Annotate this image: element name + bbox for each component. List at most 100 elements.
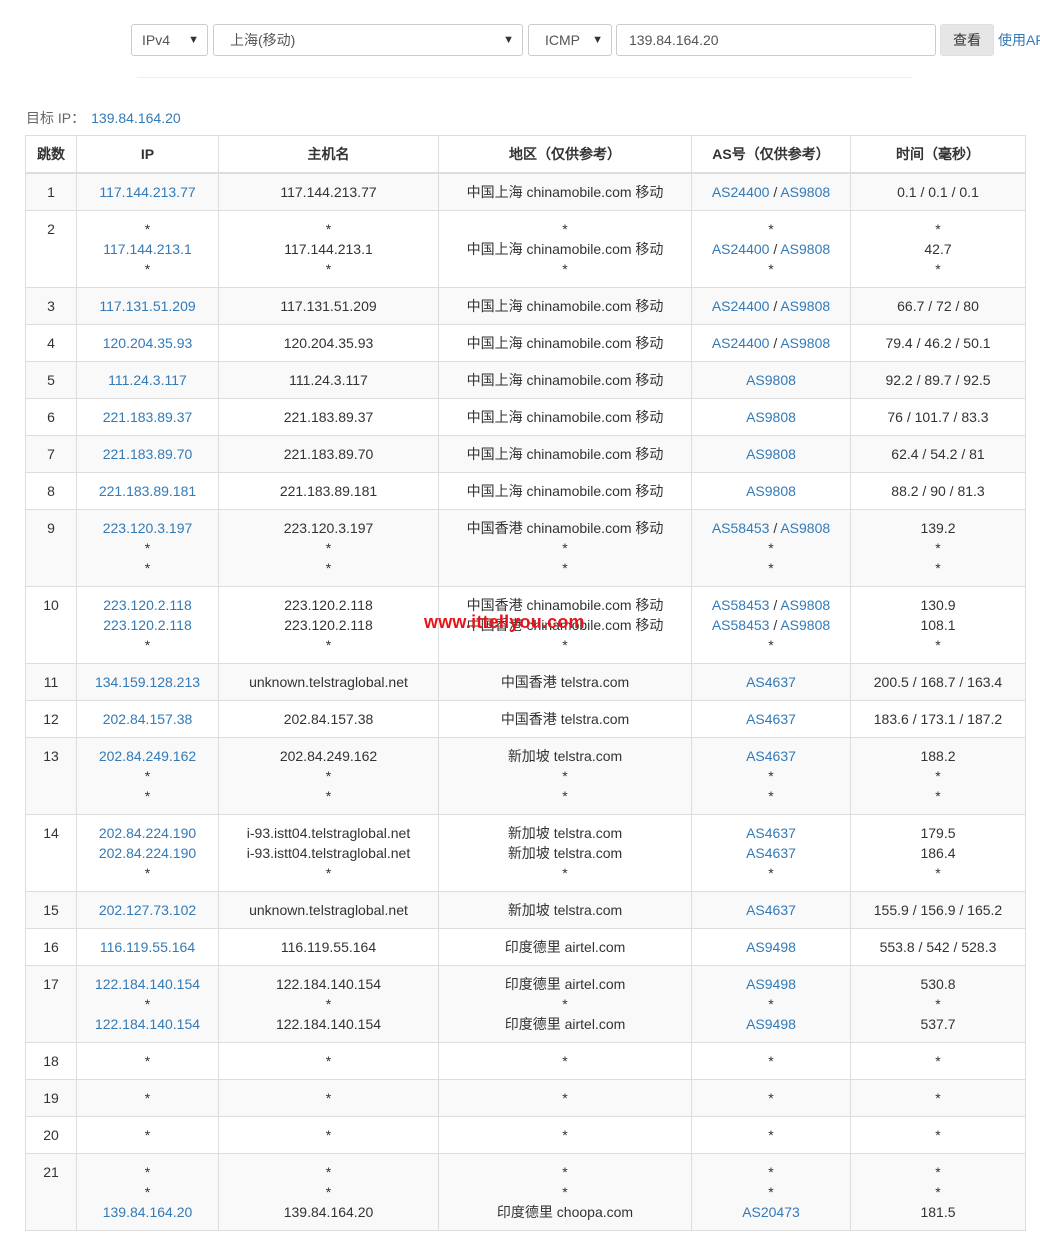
as-line: AS4637	[692, 843, 850, 863]
ip-link[interactable]: 221.183.89.181	[77, 481, 218, 501]
query-button[interactable]: 查看	[940, 24, 994, 56]
ip-link[interactable]: 223.120.2.118	[77, 615, 218, 635]
timeout-marker: *	[935, 1126, 941, 1143]
time-cell: * 42.7 *	[850, 209, 1026, 288]
ip-link[interactable]: 202.84.157.38	[77, 709, 218, 729]
hop-number: 5	[47, 371, 55, 388]
node-select[interactable]: 上海(移动) ▼	[213, 24, 523, 56]
as-link[interactable]: AS20473	[742, 1204, 800, 1220]
as-line: AS4637	[692, 746, 850, 766]
timeout-marker: *	[325, 787, 332, 804]
as-link[interactable]: AS9808	[780, 335, 830, 351]
ip-link[interactable]: 122.184.140.154	[77, 1014, 218, 1034]
ip-link[interactable]: 223.120.2.118	[77, 595, 218, 615]
region-cell: * * 印度德里 choopa.com	[438, 1152, 692, 1231]
as-link[interactable]: AS9808	[780, 241, 830, 257]
region-text: 新加坡 telstra.com	[507, 901, 623, 918]
as-separator: /	[769, 616, 781, 633]
ip-link[interactable]: 117.144.213.1	[77, 239, 218, 259]
as-link[interactable]: AS9498	[746, 1016, 796, 1032]
as-link[interactable]: AS24400	[712, 184, 770, 200]
as-link[interactable]: AS4637	[746, 845, 796, 861]
time-cell: 130.9 108.1 *	[850, 585, 1026, 664]
ip-link[interactable]: 202.84.224.190	[77, 823, 218, 843]
as-link[interactable]: AS9808	[780, 597, 830, 613]
as-link[interactable]: AS24400	[712, 298, 770, 314]
ip-cell: *	[76, 1115, 219, 1154]
hostname-text: i-93.istt04.telstraglobal.net	[246, 824, 411, 841]
as-link[interactable]: AS24400	[712, 241, 770, 257]
as-line: *	[692, 635, 850, 655]
ip-link[interactable]: 223.120.3.197	[77, 518, 218, 538]
hop-number: 4	[47, 334, 55, 351]
target-input[interactable]: 139.84.164.20	[616, 24, 936, 56]
as-link[interactable]: AS9808	[780, 617, 830, 633]
time-text: 76 / 101.7 / 83.3	[887, 408, 989, 425]
hop-cell: 15	[25, 890, 77, 929]
as-link[interactable]: AS4637	[746, 902, 796, 918]
as-link[interactable]: AS9808	[746, 483, 796, 499]
ip-link[interactable]: 202.127.73.102	[77, 900, 218, 920]
as-line: *	[692, 863, 850, 883]
as-cell: AS9808	[691, 434, 851, 473]
ip-link[interactable]: 221.183.89.37	[77, 407, 218, 427]
ip-cell: 122.184.140.154 * 122.184.140.154	[76, 964, 219, 1043]
table-row: 21 * * 139.84.164.20 * * 139.84.164.20 * * 印度德里 c…	[25, 1152, 1026, 1231]
time-text: 553.8 / 542 / 528.3	[879, 938, 997, 955]
as-link[interactable]: AS4637	[746, 674, 796, 690]
ip-link[interactable]: 117.144.213.77	[77, 182, 218, 202]
table-row: 18 * * * * *	[25, 1041, 1026, 1080]
method-select[interactable]: ICMP ▼	[528, 24, 612, 56]
as-link[interactable]: AS9808	[746, 409, 796, 425]
as-link[interactable]: AS58453	[712, 617, 770, 633]
timeout-marker: *	[562, 787, 568, 804]
as-link[interactable]: AS9498	[746, 976, 796, 992]
hostname-cell: 223.120.2.118 223.120.2.118 *	[218, 585, 439, 664]
timeout-marker: *	[562, 559, 568, 576]
timeout-marker: *	[935, 1052, 941, 1069]
as-line: AS58453 / AS9808	[692, 615, 850, 635]
as-link[interactable]: AS9808	[780, 184, 830, 200]
ip-link[interactable]: 221.183.89.70	[77, 444, 218, 464]
ip-link[interactable]: 120.204.35.93	[77, 333, 218, 353]
timeout-marker: *	[562, 1163, 568, 1180]
as-link[interactable]: AS58453	[712, 520, 770, 536]
ip-link[interactable]: 202.84.249.162	[77, 746, 218, 766]
ip-version-select[interactable]: IPv4 ▼	[131, 24, 208, 56]
timeout-marker: *	[562, 1126, 568, 1143]
hop-cell: 18	[25, 1041, 77, 1080]
timeout-marker: *	[935, 1163, 941, 1180]
ip-link[interactable]: 134.159.128.213	[77, 672, 218, 692]
as-cell: AS4637	[691, 890, 851, 929]
as-cell: AS58453 / AS9808 * *	[691, 508, 851, 587]
ip-link[interactable]: 202.84.224.190	[77, 843, 218, 863]
as-link[interactable]: AS9808	[746, 446, 796, 462]
as-link[interactable]: AS58453	[712, 597, 770, 613]
table-row: 7 221.183.89.70 221.183.89.70 中国上海 chinamob…	[25, 434, 1026, 473]
table-row: 4 120.204.35.93 120.204.35.93 中国上海 chinamob…	[25, 323, 1026, 362]
hostname-text: 221.183.89.37	[283, 408, 374, 425]
region-text: 印度德里 airtel.com	[504, 975, 626, 992]
hostname-text: 223.120.2.118	[284, 616, 373, 633]
time-cell: 553.8 / 542 / 528.3	[850, 927, 1026, 966]
hostname-text: 223.120.3.197	[283, 519, 374, 536]
hop-number: 6	[47, 408, 55, 425]
ip-link[interactable]: 122.184.140.154	[77, 974, 218, 994]
api-link[interactable]: 使用API	[998, 24, 1040, 56]
as-link[interactable]: AS4637	[746, 711, 796, 727]
timeout-marker: *	[325, 636, 332, 653]
as-link[interactable]: AS9808	[780, 298, 830, 314]
ip-link[interactable]: 117.131.51.209	[77, 296, 218, 316]
ip-link[interactable]: 116.119.55.164	[77, 937, 218, 957]
as-link[interactable]: AS9808	[746, 372, 796, 388]
as-link[interactable]: AS9498	[746, 939, 796, 955]
ip-link[interactable]: 139.84.164.20	[77, 1202, 218, 1222]
region-text: 中国香港 telstra.com	[500, 710, 630, 727]
as-link[interactable]: AS4637	[746, 748, 796, 764]
ip-link[interactable]: 111.24.3.117	[77, 370, 218, 390]
as-line: *	[692, 219, 850, 239]
as-link[interactable]: AS24400	[712, 335, 770, 351]
ip-cell: 202.127.73.102	[76, 890, 219, 929]
as-link[interactable]: AS9808	[780, 520, 830, 536]
as-link[interactable]: AS4637	[746, 825, 796, 841]
